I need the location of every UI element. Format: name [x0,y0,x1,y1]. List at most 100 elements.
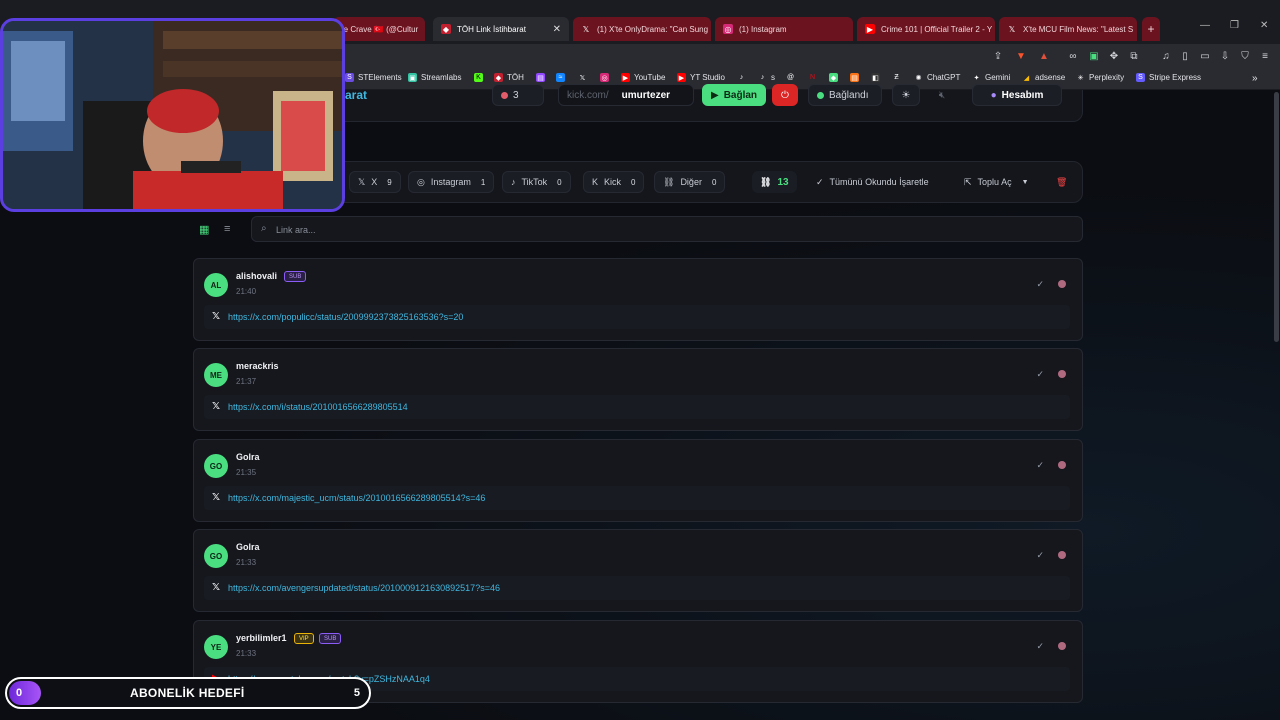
filter-other[interactable]: ⛓ Diğer 0 [654,171,726,193]
bookmark-chatgpt[interactable]: ✺ ChatGPT [914,73,961,82]
link-url[interactable]: https://x.com/majestic_ucm/status/201001… [228,493,485,503]
list-view-icon[interactable]: ≡ [224,223,230,235]
mark-read-icon[interactable]: ✓ [1036,369,1044,380]
bookmark-bluesky[interactable]: ≈ [556,73,565,82]
filter-instagram[interactable]: ◎ Instagram 1 [408,171,495,193]
disconnect-button[interactable]: ⏻ [772,84,798,106]
new-tab-button[interactable]: + [1142,17,1160,41]
bookmark-tiktok-s[interactable]: ♪ s [758,73,775,82]
bookmark-yt-studio[interactable]: ▶ YT Studio [677,73,725,82]
link-card: GO Golra 21:35 ✓ 𝕏 https://x.com/majesti… [193,439,1083,522]
bookmark-ext1[interactable]: ◆ [829,73,838,82]
scrollbar-thumb[interactable] [1274,92,1279,342]
connect-button[interactable]: ▶ Bağlan [702,84,766,106]
bookmark-toh[interactable]: ◆ TÖH [494,73,524,82]
sub-goal-widget: 0 ABONELİK HEDEFİ 5 [5,677,371,709]
search-input[interactable] [276,221,1056,239]
play-icon: ▶ [711,89,719,101]
close-icon[interactable]: ✕ [553,24,561,35]
vpn-icon[interactable]: ⛉ [1238,49,1252,63]
mark-all-read-button[interactable]: ✓ Tümünü Okundu İşaretle [808,171,937,193]
dismiss-icon[interactable] [1058,642,1066,650]
download-icon[interactable]: ⇩ [1218,49,1232,63]
link-card: GO Golra 21:33 ✓ 𝕏 https://x.com/avenger… [193,529,1083,612]
link-icon: ⛓ [663,176,675,187]
sidebar-icon[interactable]: ▯ [1178,49,1192,63]
username[interactable]: Golra [236,452,260,462]
account-button[interactable]: ● Hesabım [972,84,1062,106]
music-icon[interactable]: ♫ [1159,49,1173,63]
wallet-icon[interactable]: ▭ [1198,49,1212,63]
bookmark-youtube[interactable]: ▶ YouTube [621,73,665,82]
delete-all-button[interactable]: 🗑︎ [1048,171,1075,193]
bookmark-stripe[interactable]: S Stripe Express [1136,73,1201,82]
bookmarks-overflow-icon[interactable]: » [1252,73,1258,84]
puzzle-icon[interactable]: ✥ [1107,49,1121,63]
bookmark-threads[interactable]: @ [786,73,795,82]
threads-icon: @ [786,74,795,81]
screenshot-icon[interactable]: ⧉ [1127,49,1141,63]
tiktok-icon: ♪ [760,74,765,81]
speaker-mute-icon: 🔇︎ [938,89,946,101]
dismiss-icon[interactable] [1058,461,1066,469]
glasses-icon[interactable]: ∞ [1066,49,1080,63]
bookmark-streamlabs[interactable]: ▣ Streamlabs [408,73,461,82]
tab-crave[interactable]: re Crave 🇹🇷 (@Cultur [333,17,425,41]
username[interactable]: alishovali [236,271,277,281]
link-url[interactable]: https://x.com/populicc/status/2009992373… [228,312,463,322]
tab-mcu-news[interactable]: 𝕏 X'te MCU Film News: "Latest S [999,17,1137,41]
filter-kick[interactable]: K Kick 0 [583,171,645,193]
mark-read-icon[interactable]: ✓ [1036,641,1044,652]
filter-tiktok[interactable]: ♪ TikTok 0 [502,171,571,193]
bookmark-tiktok[interactable]: ♪ [737,73,746,82]
bookmark-ext4[interactable]: Ƶ [892,73,901,82]
rewards-icon[interactable]: ▲ [1037,49,1051,63]
link-url[interactable]: https://x.com/avengersupdated/status/201… [228,583,500,593]
bulk-open-button[interactable]: ⇱ Toplu Aç ▼ [956,171,1037,193]
bookmark-instagram[interactable]: ◎ [600,73,609,82]
dismiss-icon[interactable] [1058,280,1066,288]
brave-shield-icon[interactable]: ▼ [1014,49,1028,63]
mark-read-icon[interactable]: ✓ [1036,279,1044,290]
bookmark-netflix[interactable]: N [808,73,817,82]
dismiss-icon[interactable] [1058,551,1066,559]
bookmark-twitch[interactable]: ▤ [536,73,545,82]
grid-view-icon[interactable]: ▦ [199,223,209,236]
bookmark-x[interactable]: 𝕏 [578,73,587,82]
username[interactable]: merackris [236,361,279,371]
dismiss-icon[interactable] [1058,370,1066,378]
username[interactable]: yerbilimler1 [236,633,287,643]
sub-badge: SUB [319,633,342,644]
share-icon[interactable]: ⇪ [991,49,1005,63]
bookmark-ext3[interactable]: ◧ [871,73,880,82]
channel-input[interactable]: kick.com/ umurtezer [558,84,694,106]
bookmark-stelements[interactable]: S STElements [345,73,402,82]
mute-button[interactable]: 🔇︎ [928,84,956,106]
bluesky-icon: ≈ [556,73,565,82]
link-url[interactable]: https://x.com/i/status/20100165662898055… [228,402,408,412]
bookmark-gemini[interactable]: ✦ Gemini [972,73,1011,82]
tab-instagram[interactable]: ◎ (1) Instagram [715,17,853,41]
bookmark-adsense[interactable]: ◢ adsense [1022,73,1065,82]
username[interactable]: Golra [236,542,260,552]
minimize-icon[interactable]: — [1200,20,1210,31]
mark-read-icon[interactable]: ✓ [1036,550,1044,561]
tab-x-onlydrama[interactable]: 𝕏 (1) X'te OnlyDrama: "Can Sung [573,17,711,41]
bookmark-ext2[interactable]: ▤ [850,73,859,82]
bookmark-perplexity[interactable]: ✳ Perplexity [1076,73,1125,82]
tab-toh-link[interactable]: ◆ TÖH Link İstihbarat ✕ [433,17,569,41]
theme-toggle-button[interactable]: ☀ [892,84,920,106]
yt-studio-icon: ▶ [677,73,686,82]
maximize-icon[interactable]: ❐ [1230,20,1239,31]
toh-icon: ◆ [494,73,503,82]
tab-crime101[interactable]: ▶ Crime 101 | Official Trailer 2 - Y [857,17,995,41]
menu-icon[interactable]: ≡ [1258,49,1272,63]
link-row: 𝕏 https://x.com/majestic_ucm/status/2010… [204,486,1070,510]
x-icon: 𝕏 [1008,24,1016,34]
bookmark-kick[interactable]: K [474,73,483,82]
chevron-down-icon: ▼ [1021,178,1029,186]
window-close-icon[interactable]: ✕ [1260,20,1268,31]
extension-green-icon[interactable]: ▣ [1087,49,1101,63]
filter-x[interactable]: 𝕏 X 9 [349,171,401,193]
mark-read-icon[interactable]: ✓ [1036,460,1044,471]
